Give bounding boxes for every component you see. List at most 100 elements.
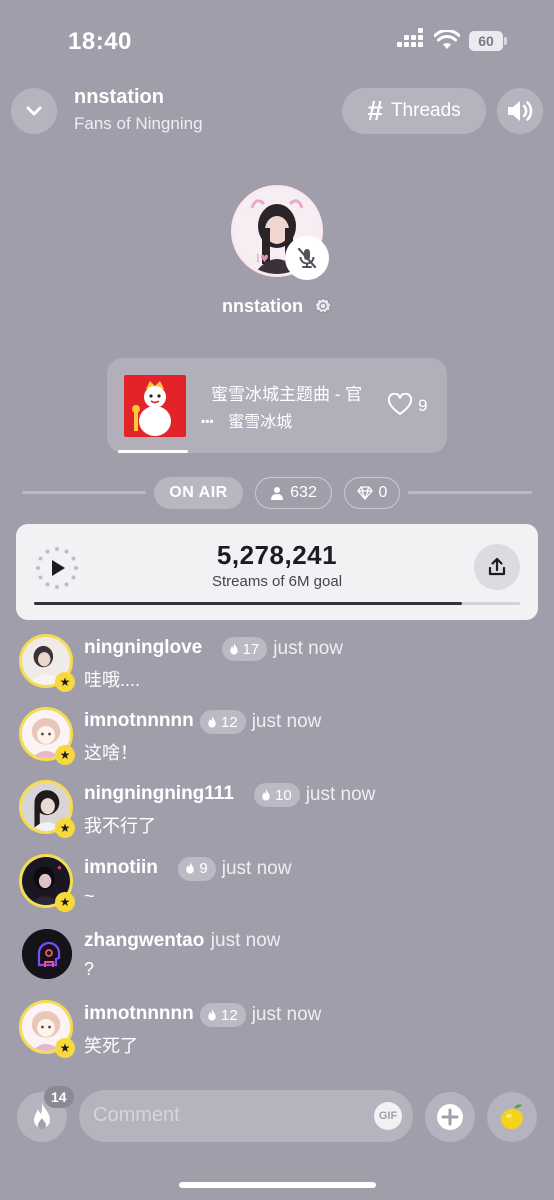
commenter-name[interactable]: ningninglove xyxy=(84,637,202,659)
stream-goal-card xyxy=(16,524,538,620)
heart-icon[interactable] xyxy=(387,393,413,417)
divider-left xyxy=(22,491,146,494)
cellular-signal-icon xyxy=(397,28,425,50)
battery-tip xyxy=(504,37,507,45)
now-playing-card[interactable]: 蜜雪冰城主题曲 - 官 ▪▪▪ 蜜雪冰城 xyxy=(107,358,447,453)
share-button[interactable] xyxy=(474,544,520,590)
comment-time: just now xyxy=(210,929,281,951)
add-button[interactable] xyxy=(425,1092,475,1142)
comment-meta: just now xyxy=(211,930,281,952)
lemon-reaction-button[interactable] xyxy=(487,1092,537,1142)
flame-icon xyxy=(262,788,270,801)
commenter-name[interactable]: ningningning111 xyxy=(84,783,234,805)
fire-level: 9 xyxy=(199,860,208,878)
snowman-album-art xyxy=(124,375,186,437)
wifi-icon xyxy=(434,30,460,49)
hash-icon: # xyxy=(367,95,383,126)
flame-icon xyxy=(208,715,216,728)
gem-count-pill[interactable]: 0 xyxy=(344,477,400,509)
comment-time: just now xyxy=(273,638,343,659)
like-count: 9 xyxy=(418,396,428,415)
goal-progress-track xyxy=(34,602,520,605)
fire-count-badge: 14 xyxy=(44,1086,74,1108)
commenter-name[interactable]: imnotnnnnn xyxy=(84,710,194,732)
listener-count-pill[interactable]: 632 xyxy=(255,477,332,509)
comment-meta: 9 just now xyxy=(178,856,292,881)
comment-text: 哇哦.... xyxy=(84,670,141,690)
music-progress-bar xyxy=(118,450,188,453)
commenter-name[interactable]: imnotiin xyxy=(84,857,158,879)
threads-button[interactable]: # Threads xyxy=(342,88,486,134)
comment-meta: 10 just now xyxy=(254,783,376,808)
gem-count: 0 xyxy=(378,484,388,501)
fire-level: 10 xyxy=(275,786,292,804)
comment-text: 这啥！ xyxy=(84,743,138,764)
fire-level: 17 xyxy=(242,640,260,658)
status-bar: 18:40 60 xyxy=(0,0,554,80)
album-art xyxy=(124,375,186,437)
share-icon xyxy=(488,557,506,576)
comment-item: ★ imnotnnnnn 12 just now 这啥！ xyxy=(0,705,554,775)
volume-button[interactable] xyxy=(497,88,543,134)
stream-count: 5,278,241 xyxy=(216,540,338,570)
fire-level-badge: 17 xyxy=(221,637,268,661)
status-time: 18:40 xyxy=(68,28,132,55)
comment-item: zhangwentao just now? xyxy=(0,925,554,995)
comment-time: just now xyxy=(251,1004,322,1025)
host-name: nnstation xyxy=(221,296,303,316)
room-subtitle: Fans of Ningning xyxy=(74,114,203,133)
comment-time: just now xyxy=(221,857,292,879)
home-indicator xyxy=(179,1182,376,1188)
fire-level-badge: 12 xyxy=(200,1003,246,1027)
song-artist: 蜜雪冰城 xyxy=(228,414,293,431)
comment-input[interactable] xyxy=(93,1104,353,1127)
star-icon: ★ xyxy=(55,818,75,839)
comment-meta: 12 just now xyxy=(200,710,322,735)
fire-level: 12 xyxy=(221,713,238,731)
room-title: nnstation xyxy=(74,86,164,108)
divider-right xyxy=(408,491,532,494)
comment-time: just now xyxy=(305,784,376,806)
flame-icon xyxy=(229,642,238,655)
lemon-icon xyxy=(501,1104,523,1130)
collapse-button[interactable] xyxy=(11,88,57,134)
avatar-image xyxy=(22,928,72,979)
commenter-name[interactable]: zhangwentao xyxy=(84,930,204,952)
person-icon xyxy=(271,487,284,500)
comment-text: ? xyxy=(84,958,95,979)
fire-level-badge: 9 xyxy=(178,856,216,881)
plus-icon xyxy=(437,1104,463,1130)
commenter-name[interactable]: imnotnnnnn xyxy=(84,1003,194,1025)
comment-meta: 17 just now xyxy=(221,637,343,661)
comment-item: ★ ningninglove 17 just now 哇哦.... xyxy=(0,632,554,702)
flame-icon xyxy=(186,862,195,874)
equalizer-icon: ▪▪▪ xyxy=(201,414,214,428)
commenter-avatar[interactable] xyxy=(22,928,72,979)
comment-item: ★ ningningning111 10 just now 我不行了 xyxy=(0,778,554,848)
verified-icon xyxy=(314,297,332,314)
star-icon: ★ xyxy=(55,745,75,766)
gif-button[interactable]: GIF xyxy=(374,1102,402,1130)
battery-indicator: 60 xyxy=(469,31,503,51)
fire-level: 12 xyxy=(221,1006,238,1024)
stream-goal-label: Streams of 6M goal xyxy=(211,573,343,590)
star-icon: ★ xyxy=(55,672,75,692)
star-icon: ★ xyxy=(55,891,75,912)
mic-muted-icon xyxy=(297,247,317,269)
comment-item: ★ imnotnnnnn 12 just now 笑死了 xyxy=(0,998,554,1068)
chevron-down-icon xyxy=(26,106,42,116)
comment-meta: 12 just now xyxy=(200,1003,321,1027)
comment-time: just now xyxy=(251,711,322,733)
comment-box[interactable]: GIF xyxy=(79,1090,413,1142)
flame-icon xyxy=(208,1008,216,1021)
diamond-icon xyxy=(356,486,373,500)
on-air-badge: ON AIR xyxy=(154,477,243,509)
threads-label: Threads xyxy=(390,100,461,121)
song-artist-row: ▪▪▪ 蜜雪冰城 xyxy=(201,408,292,432)
host-name-row: nnstation xyxy=(0,296,554,317)
listener-count: 632 xyxy=(290,484,317,501)
comment-item: ★ imnotiin 9 just now ~ xyxy=(0,852,554,922)
volume-icon xyxy=(508,101,533,121)
comment-text: 笑死了 xyxy=(84,1036,138,1056)
song-title: 蜜雪冰城主题曲 - 官 xyxy=(211,385,363,404)
